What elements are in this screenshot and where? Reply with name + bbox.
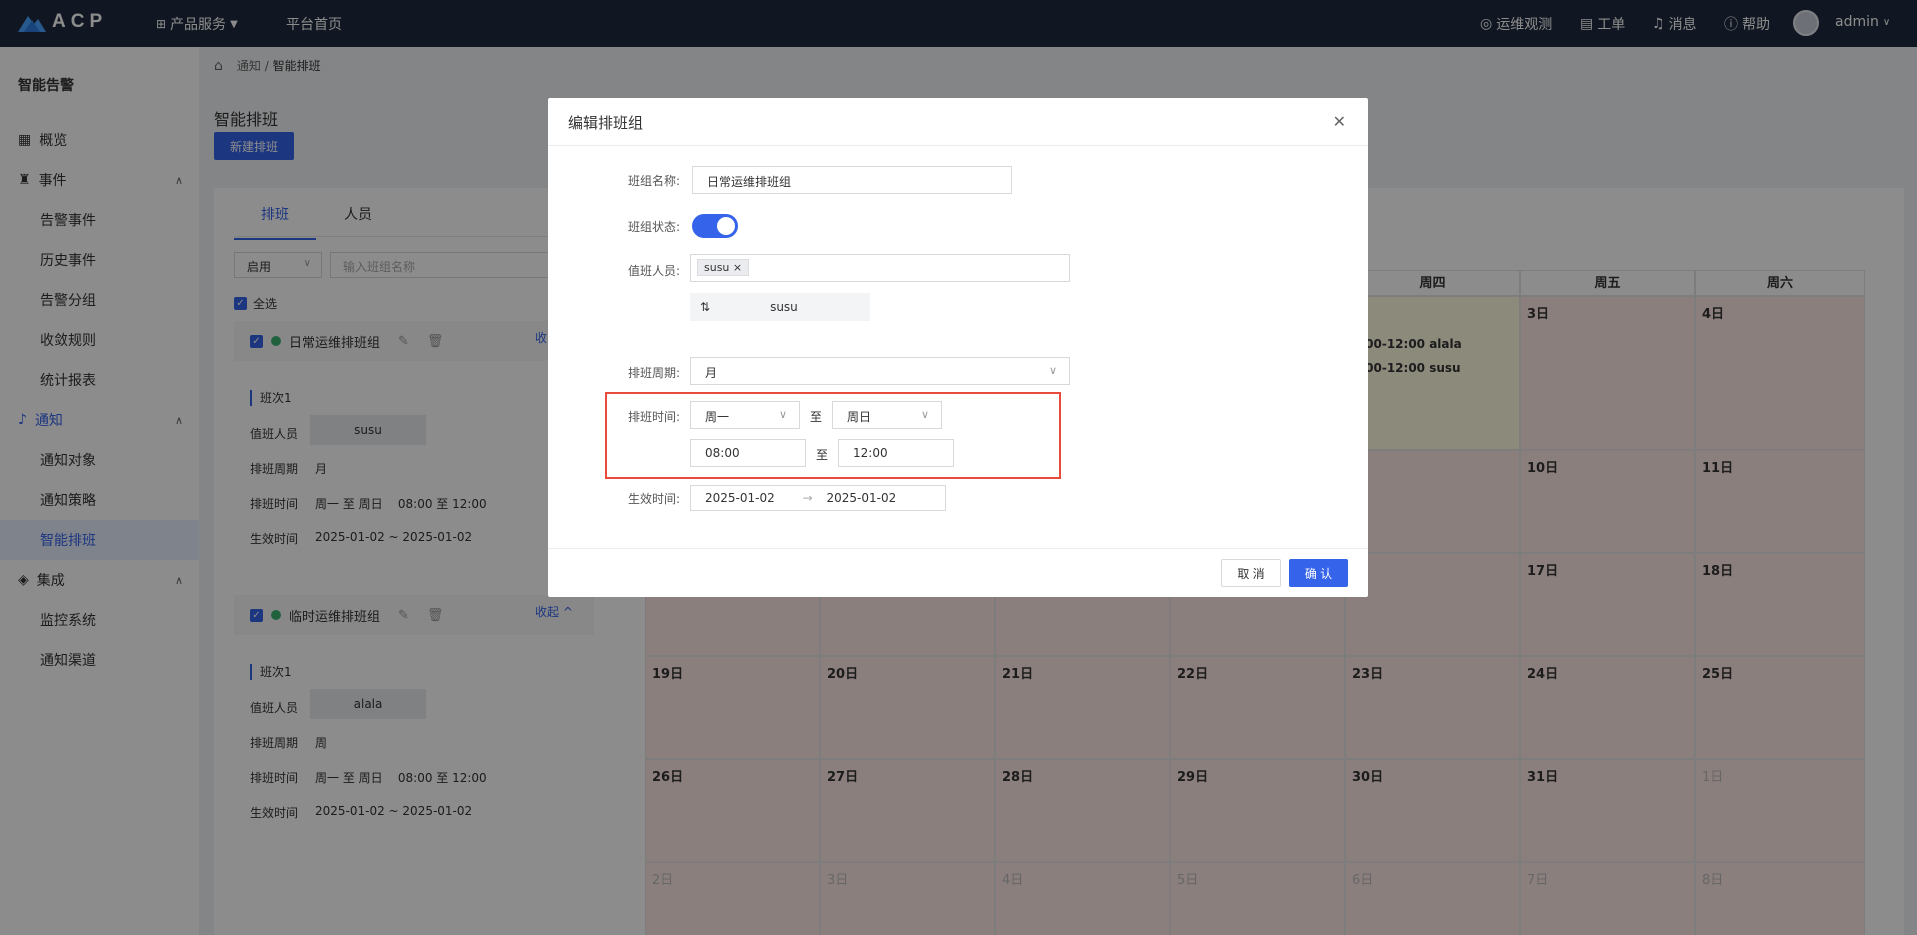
- start-time-input[interactable]: 08:00: [690, 439, 806, 467]
- end-day-select[interactable]: 周日 ∨: [832, 401, 942, 429]
- start-day-select[interactable]: 周一 ∨: [690, 401, 800, 429]
- group-name-input[interactable]: 日常运维排班组: [692, 166, 1012, 194]
- end-time-input[interactable]: 12:00: [838, 439, 954, 467]
- sort-member-label: susu: [770, 300, 798, 314]
- members-select[interactable]: susu ×: [690, 254, 1070, 282]
- time-label: 排班时间:: [627, 410, 680, 424]
- close-icon[interactable]: ×: [733, 261, 742, 274]
- name-label: 班组名称:: [627, 174, 680, 188]
- chevron-down-icon: ∨: [1048, 364, 1057, 377]
- chevron-down-icon: ∨: [778, 408, 787, 421]
- status-label: 班组状态:: [627, 220, 680, 234]
- close-icon[interactable]: ✕: [1333, 112, 1346, 131]
- sort-icon: ⇅: [700, 300, 711, 314]
- arrow-right-icon: →: [802, 491, 813, 505]
- effective-range-input[interactable]: 2025-01-02 → 2025-01-02: [690, 485, 946, 511]
- member-tag: susu ×: [697, 259, 750, 276]
- modal-footer: 取 消 确 认: [548, 548, 1368, 597]
- end-day-value: 周日: [847, 410, 872, 424]
- start-day-value: 周一: [705, 410, 730, 424]
- modal-header: 编辑排班组 ✕: [548, 98, 1368, 146]
- cancel-button[interactable]: 取 消: [1221, 559, 1281, 587]
- members-label: 值班人员:: [627, 264, 680, 278]
- status-toggle[interactable]: [692, 214, 738, 238]
- edit-group-modal: 编辑排班组 ✕ 班组名称: 日常运维排班组 班组状态: 值班人员: susu ×…: [548, 98, 1368, 597]
- cycle-select[interactable]: 月 ∨: [690, 357, 1070, 385]
- to-separator: 至: [810, 410, 823, 424]
- chevron-down-icon: ∨: [920, 408, 929, 421]
- toggle-knob: [717, 217, 735, 235]
- effective-label: 生效时间:: [627, 492, 680, 506]
- modal-title: 编辑排班组: [568, 114, 644, 132]
- to-separator: 至: [816, 448, 829, 462]
- cycle-label: 排班周期:: [627, 366, 680, 380]
- sort-member-row[interactable]: ⇅ susu: [690, 293, 870, 321]
- cycle-select-value: 月: [705, 366, 718, 380]
- confirm-button[interactable]: 确 认: [1289, 559, 1348, 587]
- member-tag-label: susu: [704, 261, 730, 274]
- effective-start: 2025-01-02: [705, 491, 775, 505]
- effective-end: 2025-01-02: [826, 491, 897, 505]
